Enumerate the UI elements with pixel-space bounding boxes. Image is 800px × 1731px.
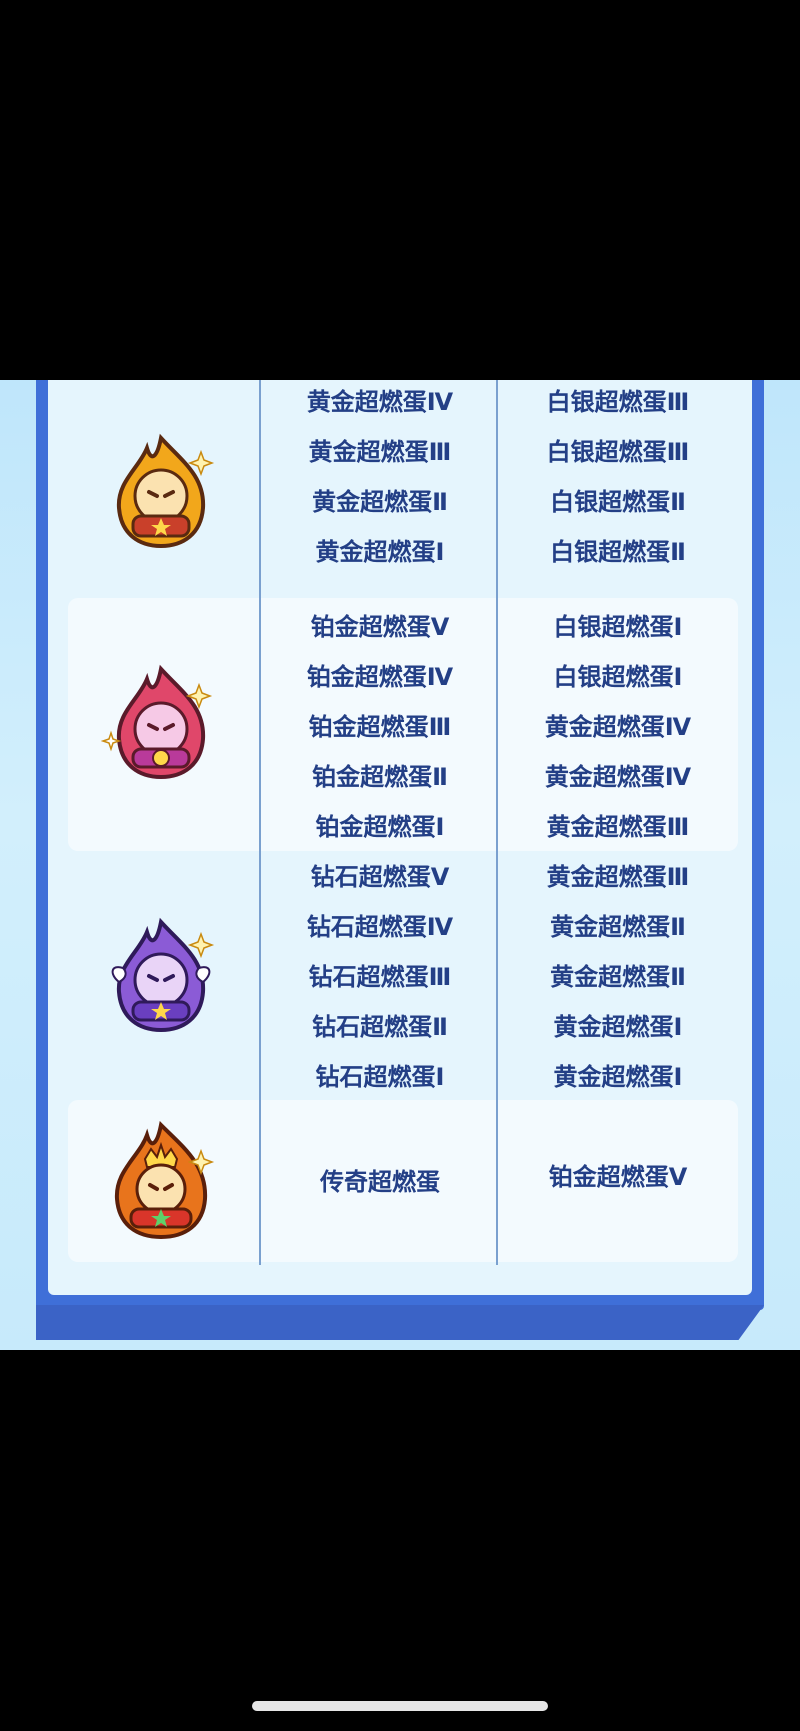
column-divider-1 [259,380,261,1265]
table-frame-shadow [36,1305,764,1340]
diamond-flame-egg-icon [101,916,221,1036]
diamond-col-b-3: 黄金超燃蛋Ⅱ [550,963,686,991]
diamond-col-a-4: 钻石超燃蛋Ⅱ [312,1013,448,1041]
legend-flame-egg-icon [101,1120,221,1241]
legend-col-a-1: 传奇超燃蛋 [320,1168,440,1196]
diamond-col-a-5: 钻石超燃蛋Ⅰ [315,1063,445,1091]
rank-table-panel: 黄金超燃蛋Ⅳ 黄金超燃蛋Ⅲ 黄金超燃蛋Ⅱ 黄金超燃蛋Ⅰ 白银超燃蛋Ⅲ 白银超燃蛋… [0,380,800,1350]
platinum-col-b-5: 黄金超燃蛋Ⅲ [546,813,690,841]
gold-col-b-2: 白银超燃蛋Ⅲ [546,438,690,466]
gold-flame-egg-icon [101,432,221,552]
platinum-col-b-4: 黄金超燃蛋Ⅳ [544,763,692,791]
platinum-flame-egg-icon [100,663,221,783]
home-indicator[interactable] [252,1701,548,1711]
gold-col-a-2: 黄金超燃蛋Ⅲ [308,438,452,466]
platinum-col-a-1: 铂金超燃蛋Ⅴ [310,613,450,641]
legend-col-b-1: 铂金超燃蛋Ⅴ [548,1163,688,1191]
platinum-col-a-3: 铂金超燃蛋Ⅲ [308,713,452,741]
gold-col-b-3: 白银超燃蛋Ⅱ [550,488,686,516]
gold-col-a-3: 黄金超燃蛋Ⅱ [312,488,448,516]
platinum-col-a-4: 铂金超燃蛋Ⅱ [312,763,448,791]
platinum-col-b-1: 白银超燃蛋Ⅰ [553,613,683,641]
gold-col-b-4: 白银超燃蛋Ⅱ [550,538,686,566]
diamond-col-a-2: 钻石超燃蛋Ⅳ [306,913,454,941]
platinum-col-b-3: 黄金超燃蛋Ⅳ [544,713,692,741]
platinum-col-b-2: 白银超燃蛋Ⅰ [553,663,683,691]
diamond-col-b-5: 黄金超燃蛋Ⅰ [553,1063,683,1091]
gold-col-a-4: 黄金超燃蛋Ⅰ [315,538,445,566]
platinum-col-a-5: 铂金超燃蛋Ⅰ [315,813,445,841]
diamond-col-b-2: 黄金超燃蛋Ⅱ [550,913,686,941]
gold-col-a-1: 黄金超燃蛋Ⅳ [306,388,454,416]
diamond-col-a-1: 钻石超燃蛋Ⅴ [310,863,450,891]
diamond-col-b-4: 黄金超燃蛋Ⅰ [553,1013,683,1041]
diamond-col-b-1: 黄金超燃蛋Ⅲ [546,863,690,891]
platinum-col-a-2: 铂金超燃蛋Ⅳ [306,663,454,691]
diamond-col-a-3: 钻石超燃蛋Ⅲ [308,963,452,991]
gold-col-b-1: 白银超燃蛋Ⅲ [546,388,690,416]
